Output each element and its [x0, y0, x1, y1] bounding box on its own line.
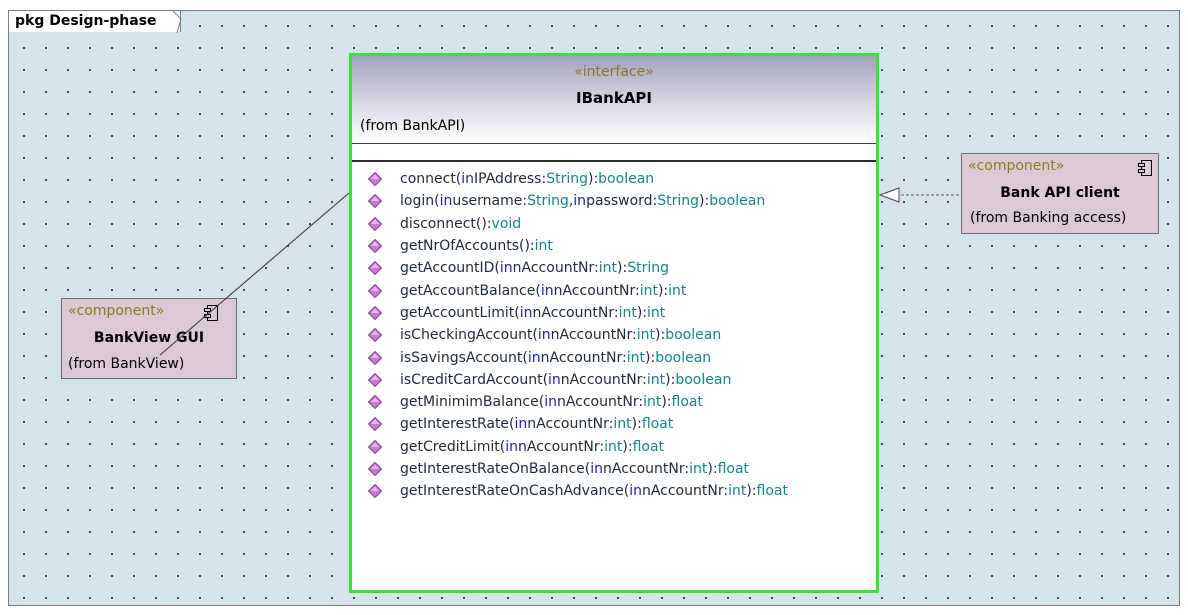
realization-arrowhead-icon	[878, 187, 900, 203]
usage-connector[interactable]	[159, 192, 350, 356]
connectors-layer	[159, 187, 959, 356]
